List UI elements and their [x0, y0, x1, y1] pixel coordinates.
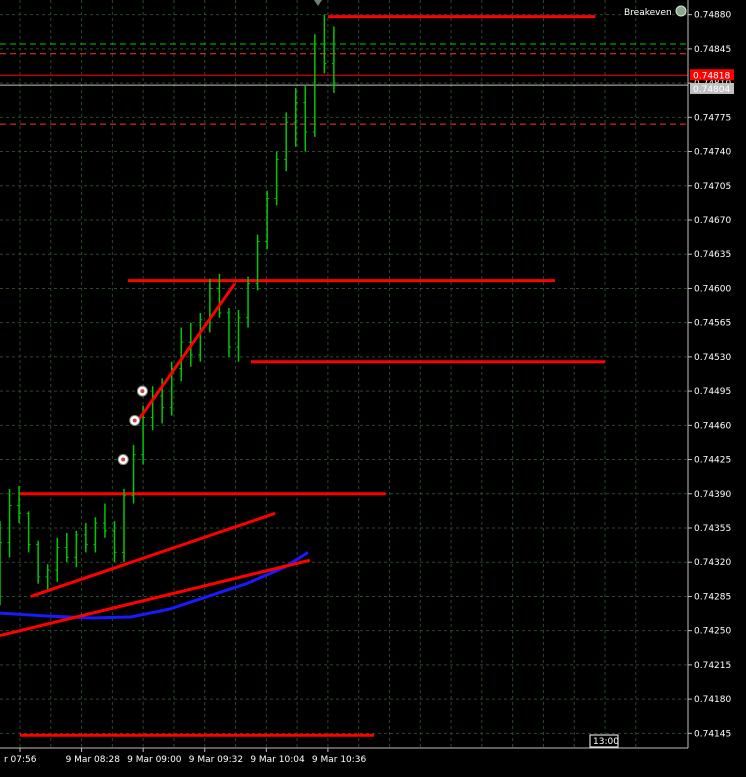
candle [0, 521, 2, 606]
y-tick-label: 0.74390 [694, 490, 731, 500]
y-tick-label: 0.74355 [694, 524, 731, 534]
x-tick-label: 9 Mar 10:04 [250, 755, 305, 765]
y-tick-label: 0.74880 [694, 11, 731, 21]
y-tick-label: 0.74250 [694, 627, 731, 637]
candle [26, 511, 31, 553]
candle [64, 532, 69, 563]
axes: 0.748800.748450.748100.747750.747400.747… [0, 0, 731, 765]
y-tick-label: 0.74145 [694, 729, 731, 739]
price-tag-label: 0.74804 [693, 85, 730, 95]
chart-canvas[interactable]: 0.748800.748450.748100.747750.747400.747… [0, 0, 746, 773]
y-tick-label: 0.74740 [694, 148, 731, 158]
candle [7, 488, 12, 558]
candle [226, 308, 231, 357]
y-tick-label: 0.74775 [694, 113, 731, 123]
y-tick-label: 0.74320 [694, 558, 731, 568]
candle [150, 386, 155, 431]
top-marker-icon [314, 0, 322, 6]
y-tick-label: 0.74460 [694, 421, 731, 431]
candle [74, 530, 79, 568]
trade-marker-dot [121, 457, 126, 462]
candle [198, 312, 203, 362]
x-tick-label: 9 Mar 10:36 [312, 755, 367, 765]
candle [112, 521, 117, 563]
x-tick-label: r 07:56 [4, 755, 37, 765]
y-tick-label: 0.74530 [694, 353, 731, 363]
candle [122, 488, 127, 563]
y-tick-label: 0.74180 [694, 695, 731, 705]
y-tick-label: 0.74705 [694, 182, 731, 192]
breakeven-icon [675, 5, 687, 17]
trade-marker-dot [140, 389, 145, 394]
overlays: 0.74818 0.74804 Breakeven 13:00 [314, 0, 734, 748]
candle [45, 564, 50, 592]
candle [55, 537, 60, 582]
moving-average-line [0, 551, 309, 620]
candle [274, 151, 279, 206]
grid [0, 0, 688, 748]
y-tick-label: 0.74565 [694, 319, 731, 329]
candle [102, 503, 107, 538]
trendlines [0, 282, 311, 638]
x-tick-label: 9 Mar 08:28 [66, 755, 121, 765]
y-tick-label: 0.74215 [694, 661, 731, 671]
y-tick-label: 0.74495 [694, 387, 731, 397]
y-tick-label: 0.74285 [694, 592, 731, 602]
breakeven-label: Breakeven [624, 8, 672, 18]
x-tick-label: 9 Mar 09:00 [127, 755, 182, 765]
candle [93, 517, 98, 553]
candle [236, 309, 241, 362]
trade-marker-dot [132, 418, 137, 423]
y-tick-label: 0.74600 [694, 284, 731, 294]
candle [179, 327, 184, 382]
x-tick-label: 9 Mar 09:32 [189, 755, 243, 765]
trendline [0, 558, 311, 638]
y-tick-label: 0.74670 [694, 216, 731, 226]
y-tick-label: 0.74635 [694, 250, 731, 260]
price-tag-label: 0.74818 [693, 71, 730, 81]
candle [303, 85, 308, 152]
time-marker-label: 13:00 [593, 737, 619, 747]
y-tick-label: 0.74425 [694, 456, 731, 466]
price-chart[interactable]: 0.748800.748450.748100.747750.747400.747… [0, 0, 746, 773]
moving-average [0, 551, 309, 620]
candle [207, 278, 212, 333]
levels [0, 15, 688, 737]
y-tick-label: 0.74845 [694, 45, 731, 55]
candle [246, 276, 251, 328]
candle [284, 112, 289, 172]
trendline [133, 282, 236, 427]
